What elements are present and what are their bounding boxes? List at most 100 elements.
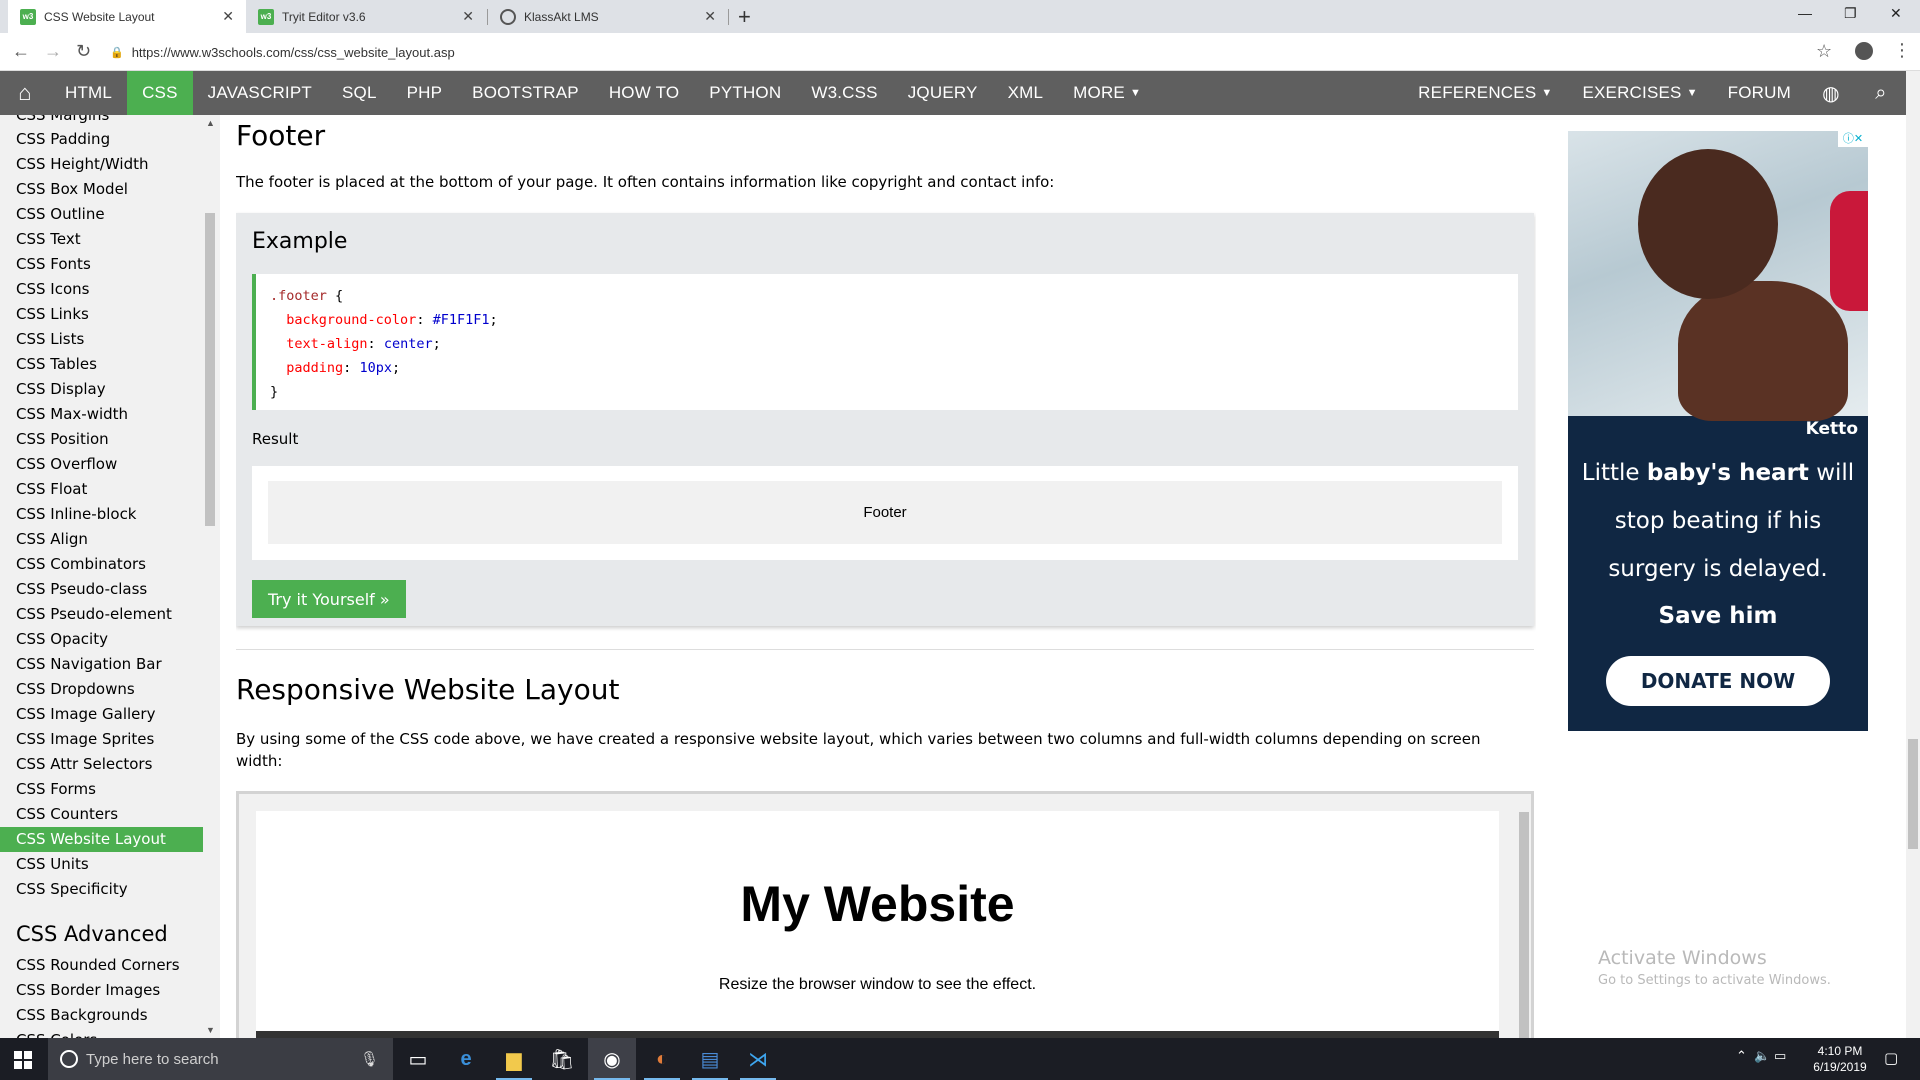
globe-icon[interactable]: ◍	[1806, 71, 1856, 115]
page-scroll-thumb[interactable]	[1908, 739, 1918, 849]
sidebar-item-css-opacity[interactable]: CSS Opacity	[0, 627, 203, 652]
sidebar-item-css-outline[interactable]: CSS Outline	[0, 202, 203, 227]
system-tray[interactable]: ⌃ 🔈 ▭	[1736, 1048, 1786, 1064]
sidebar-item-css-combinators[interactable]: CSS Combinators	[0, 552, 203, 577]
edge-icon[interactable]: e	[442, 1038, 490, 1080]
sidebar-item-css-links[interactable]: CSS Links	[0, 302, 203, 327]
nav-forum[interactable]: FORUM	[1713, 71, 1806, 115]
nav-python[interactable]: PYTHON	[694, 71, 796, 115]
nav-xml[interactable]: XML	[993, 71, 1059, 115]
sidebar-item-css-specificity[interactable]: CSS Specificity	[0, 877, 203, 902]
sidebar-item-css-website-layout[interactable]: CSS Website Layout	[0, 827, 203, 852]
sidebar-scrollbar[interactable]	[203, 115, 217, 1038]
nav-more[interactable]: MORE ▼	[1058, 71, 1156, 115]
sidebar-item-css-attr-selectors[interactable]: CSS Attr Selectors	[0, 752, 203, 777]
sidebar-item-css-icons[interactable]: CSS Icons	[0, 277, 203, 302]
back-icon[interactable]: ←	[12, 41, 30, 62]
sidebar-item-css-tables[interactable]: CSS Tables	[0, 352, 203, 377]
minimize-icon[interactable]: —	[1798, 5, 1812, 21]
browser-tab-klassakt[interactable]: KlassAkt LMS ✕	[488, 0, 728, 33]
sidebar-item-css-pseudo-element[interactable]: CSS Pseudo-element	[0, 602, 203, 627]
page-scrollbar[interactable]	[1906, 71, 1920, 1038]
document-icon[interactable]: ▤	[686, 1038, 734, 1080]
system-clock[interactable]: 4:10 PM 6/19/2019	[1810, 1043, 1870, 1075]
sidebar-item-css-backgrounds[interactable]: CSS Backgrounds	[0, 1003, 203, 1028]
windows-start-icon[interactable]	[14, 1051, 32, 1069]
close-icon[interactable]: ✕	[462, 8, 474, 25]
store-icon[interactable]: 🛍	[538, 1038, 586, 1080]
search-icon[interactable]: ⌕	[1856, 71, 1906, 115]
sidebar-item-css-align[interactable]: CSS Align	[0, 527, 203, 552]
taskbar-search-box[interactable]: Type here to search 🎙	[48, 1038, 393, 1080]
chevron-up-icon[interactable]: ⌃	[1736, 1048, 1747, 1063]
close-icon[interactable]: ✕	[704, 8, 716, 25]
home-icon[interactable]: ⌂	[0, 71, 50, 115]
sidebar-item-css-overflow[interactable]: CSS Overflow	[0, 452, 203, 477]
browser-tab-tryit-editor[interactable]: w3 Tryit Editor v3.6 ✕	[246, 0, 486, 33]
vscode-icon[interactable]: ⋊	[734, 1038, 782, 1080]
kebab-menu-icon[interactable]: ⋮	[1893, 40, 1911, 61]
task-view-icon[interactable]: ▭	[394, 1038, 442, 1080]
browser-tab-css-website-layout[interactable]: w3 CSS Website Layout ✕	[8, 0, 246, 33]
sidebar-item-css-colors[interactable]: CSS Colors	[0, 1028, 203, 1038]
close-window-icon[interactable]: ✕	[1890, 5, 1902, 22]
scroll-down-arrow-icon[interactable]: ▼	[206, 1025, 215, 1035]
sidebar-item-css-rounded-corners[interactable]: CSS Rounded Corners	[0, 953, 203, 978]
scroll-up-arrow-icon[interactable]: ▲	[206, 118, 215, 128]
sidebar-item-css-units[interactable]: CSS Units	[0, 852, 203, 877]
nav-bootstrap[interactable]: BOOTSTRAP	[457, 71, 594, 115]
sidebar-item-css-counters[interactable]: CSS Counters	[0, 802, 203, 827]
file-explorer-icon[interactable]: ▆	[490, 1038, 538, 1080]
profile-icon[interactable]	[1855, 42, 1873, 60]
demo-scroll-thumb[interactable]	[1519, 812, 1529, 1038]
sidebar-item-css-position[interactable]: CSS Position	[0, 427, 203, 452]
chrome-icon[interactable]: ◉	[588, 1038, 636, 1080]
sidebar-item-css-image-gallery[interactable]: CSS Image Gallery	[0, 702, 203, 727]
notification-icon[interactable]: ▢	[1884, 1049, 1898, 1067]
sidebar-item-css-padding[interactable]: CSS Padding	[0, 127, 203, 152]
nav-sql[interactable]: SQL	[327, 71, 392, 115]
sidebar-item-css-max-width[interactable]: CSS Max-width	[0, 402, 203, 427]
ketto-ad[interactable]: ⓘ✕ Ketto Little baby's heart will stop b…	[1568, 131, 1868, 731]
close-icon[interactable]: ✕	[222, 8, 234, 25]
nav-exercises[interactable]: EXERCISES ▼	[1567, 71, 1712, 115]
sidebar-item-css-pseudo-class[interactable]: CSS Pseudo-class	[0, 577, 203, 602]
sidebar-item-css-height-width[interactable]: CSS Height/Width	[0, 152, 203, 177]
eclipse-icon[interactable]: ◐	[638, 1038, 686, 1080]
demo-scrollbar[interactable]	[1517, 794, 1531, 1038]
network-icon[interactable]: ▭	[1774, 1048, 1786, 1063]
url-field[interactable]: 🔒 https://www.w3schools.com/css/css_webs…	[110, 38, 1790, 66]
sidebar-item-css-fonts[interactable]: CSS Fonts	[0, 252, 203, 277]
nav-html[interactable]: HTML	[50, 71, 127, 115]
sidebar-scroll-thumb[interactable]	[205, 213, 215, 526]
demo-iframe[interactable]: My Website Resize the browser window to …	[236, 791, 1534, 1038]
donate-now-button[interactable]: DONATE NOW	[1606, 656, 1830, 706]
nav-references[interactable]: REFERENCES ▼	[1403, 71, 1567, 115]
nav-css[interactable]: CSS	[127, 71, 193, 115]
sidebar-item-css-image-sprites[interactable]: CSS Image Sprites	[0, 727, 203, 752]
nav-jquery[interactable]: JQUERY	[893, 71, 993, 115]
sidebar-item-css-navigation-bar[interactable]: CSS Navigation Bar	[0, 652, 203, 677]
sidebar-item-css-lists[interactable]: CSS Lists	[0, 327, 203, 352]
volume-icon[interactable]: 🔈	[1754, 1048, 1770, 1063]
try-it-yourself-button[interactable]: Try it Yourself »	[252, 580, 406, 618]
restore-icon[interactable]: ❐	[1844, 5, 1857, 22]
nav-how-to[interactable]: HOW TO	[594, 71, 694, 115]
sidebar-item-css-box-model[interactable]: CSS Box Model	[0, 177, 203, 202]
new-tab-button[interactable]: +	[738, 4, 751, 30]
ad-choices-icon[interactable]: ⓘ✕	[1838, 131, 1868, 147]
nav-php[interactable]: PHP	[392, 71, 458, 115]
nav-w3css[interactable]: W3.CSS	[796, 71, 892, 115]
sidebar-item-css-display[interactable]: CSS Display	[0, 377, 203, 402]
sidebar-item-css-inline-block[interactable]: CSS Inline-block	[0, 502, 203, 527]
bookmark-star-icon[interactable]: ☆	[1816, 41, 1832, 62]
sidebar-item-css-forms[interactable]: CSS Forms	[0, 777, 203, 802]
forward-icon[interactable]: →	[44, 41, 62, 62]
sidebar-item-css-border-images[interactable]: CSS Border Images	[0, 978, 203, 1003]
sidebar-item-css-float[interactable]: CSS Float	[0, 477, 203, 502]
nav-javascript[interactable]: JAVASCRIPT	[193, 71, 327, 115]
sidebar-item-css-dropdowns[interactable]: CSS Dropdowns	[0, 677, 203, 702]
microphone-icon[interactable]: 🎙	[360, 1050, 379, 1068]
reload-icon[interactable]: ↻	[76, 41, 91, 62]
sidebar-item-css-text[interactable]: CSS Text	[0, 227, 203, 252]
